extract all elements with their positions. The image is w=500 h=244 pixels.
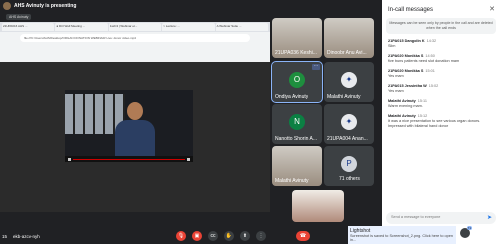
presenting-bar: AHS Avinuty is presenting	[0, 0, 380, 12]
chat-message: 21PA020 Monikka S 14:50 five buns patients…	[388, 54, 494, 64]
participant-tile[interactable]: P 71 others	[324, 146, 374, 186]
message-sender: 21PA020 Monikka S	[388, 54, 424, 58]
meeting-controls: 15 ekb-azcv-nyh 🎙 ▣ cc ✋ ⬆ ⋮ ☎	[0, 228, 380, 244]
participant-tile[interactable]: Dinoobr Anu Avi...	[324, 18, 374, 58]
send-icon[interactable]: ➤	[487, 214, 492, 221]
camera-off-button[interactable]: ▣	[192, 231, 202, 241]
chat-message: Malathi Avinuty 15:12 It was a nice presen…	[388, 114, 494, 129]
participant-name: 21UPA036 Keshi...	[275, 50, 317, 56]
video-progress[interactable]	[73, 158, 185, 160]
self-video	[292, 190, 344, 222]
browser-tab[interactable]: ● Dtrl Well Meeting ...	[55, 23, 108, 31]
chat-message: 21PA020 Monikka S 15:01 Yes mam	[388, 69, 494, 79]
participant-avatar: ✦	[341, 72, 357, 88]
message-header: 21PA015 Jessintha W 15:02	[388, 84, 494, 88]
message-header: 21PA020 Monikka S 15:01	[388, 69, 494, 73]
leave-call-button[interactable]: ☎	[296, 231, 310, 241]
mic-off-button[interactable]: 🎙	[176, 231, 186, 241]
presenter-tag: AHS Avinuty	[6, 14, 32, 20]
more-options-icon[interactable]: ⋯	[312, 64, 320, 70]
participant-name: Nanotto Shorin A...	[275, 136, 317, 142]
play-icon[interactable]	[68, 157, 71, 161]
message-time: 15:12	[417, 114, 428, 118]
message-text: Warm evening mam.	[388, 104, 423, 108]
message-text: It was a nice presentation to see variou…	[388, 119, 481, 128]
message-text: Yes mam	[388, 74, 404, 78]
participant-name: 71 others	[339, 176, 360, 182]
participant-name: Ondiya Avinuty	[275, 94, 309, 100]
message-header: Malathi Avinuty 15:12	[388, 114, 494, 118]
participant-avatar: N	[289, 114, 305, 130]
message-sender: Malathi Avinuty	[388, 99, 416, 103]
browser-tab[interactable]: > Lecture: ...	[162, 23, 215, 31]
message-list: 21PA015 Dangolin K 14:32 Slim 21PA020 Monik…	[386, 39, 496, 129]
browser-tab[interactable]: 21UPA016 AHS ...	[2, 23, 55, 31]
message-sender: Malathi Avinuty	[388, 114, 416, 118]
message-time: 14:32	[426, 39, 437, 43]
presenter-avatar	[3, 2, 11, 10]
shared-video[interactable]	[65, 90, 193, 162]
participant-avatar: O	[289, 72, 305, 88]
chat-panel: In-call messages ✕ Messages can be seen …	[382, 0, 500, 244]
message-text: Slim	[388, 44, 396, 48]
people-count-badge: 71	[466, 226, 472, 230]
message-time: 15:11	[417, 99, 428, 103]
message-time: 15:01	[425, 69, 435, 73]
lightshot-notification[interactable]: Lightshot Screenshot is saved to Screens…	[348, 226, 456, 244]
browser-tab[interactable]: A Webinar Suite ...	[215, 23, 269, 31]
video-controls[interactable]	[65, 156, 193, 162]
people-button[interactable]: 71	[460, 226, 472, 238]
message-placeholder: Send a message to everyone	[391, 215, 441, 219]
participant-name: 21UPA004 Anan...	[327, 136, 368, 142]
participant-name: Dinoobr Anu Avi...	[327, 50, 367, 56]
participant-avatar: ✦	[341, 114, 357, 130]
message-header: 21PA020 Monikka S 14:50	[388, 54, 494, 58]
present-button[interactable]: ⬆	[240, 231, 250, 241]
captions-button[interactable]: cc	[208, 231, 218, 241]
participant-tile[interactable]: ✦ Malathi Avinuty	[324, 62, 374, 102]
lightshot-text: Screenshot is saved to Screenshot_2.png.…	[350, 234, 453, 242]
raise-hand-button[interactable]: ✋	[224, 231, 234, 241]
participant-name: Malathi Avinuty	[327, 94, 361, 100]
browser-tab[interactable]: 1s2n3 | Webinar et...	[108, 23, 162, 31]
chat-message: 21PA015 Jessintha W 15:02 Yes mam	[388, 84, 494, 94]
fullscreen-icon[interactable]	[187, 157, 190, 161]
self-view	[292, 190, 344, 222]
meeting-code: ekb-azcv-nyh	[13, 233, 40, 239]
chat-message: Malathi Avinuty 15:11 Warm evening mam.	[388, 99, 494, 109]
message-text: five buns patients need slot donation ma…	[388, 59, 460, 63]
participant-tile[interactable]: N Nanotto Shorin A...	[272, 104, 322, 144]
close-icon[interactable]: ✕	[489, 5, 495, 13]
presenting-text: AHS Avinuty is presenting	[14, 3, 77, 9]
message-time: 14:50	[425, 54, 435, 58]
browser-url: file:///C:/Users/AHS/Desktop/ORGAN DONAT…	[20, 34, 250, 42]
chat-message: 21PA015 Dangolin K 14:32 Slim	[388, 39, 494, 49]
browser-tabs: 21UPA016 AHS ... ● Dtrl Well Meeting ... 1…	[0, 22, 270, 32]
participant-tile[interactable]: 21UPA036 Keshi...	[272, 18, 322, 58]
participant-tile[interactable]: ✦ 21UPA004 Anan...	[324, 104, 374, 144]
participant-tile[interactable]: O ⋯ Ondiya Avinuty	[271, 61, 323, 103]
speaker-figure	[115, 102, 155, 162]
meeting-time: 15	[2, 233, 8, 239]
message-header: 21PA015 Dangolin K 14:32	[388, 39, 494, 43]
more-options-button[interactable]: ⋮	[256, 231, 266, 241]
participant-name: Malathi Avinuty	[275, 178, 309, 184]
shared-browser: 21UPA016 AHS ... ● Dtrl Well Meeting ... 1…	[0, 22, 270, 62]
message-sender: 21PA015 Jessintha W	[388, 84, 427, 88]
message-text: Yes mam	[388, 89, 404, 93]
message-sender: 21PA020 Monikka S	[388, 69, 424, 73]
message-header: Malathi Avinuty 15:11	[388, 99, 494, 103]
chat-title: In-call messages	[388, 7, 434, 13]
speaker-head	[127, 102, 143, 120]
message-sender: 21PA015 Dangolin K	[388, 39, 425, 43]
participant-tile[interactable]: Malathi Avinuty	[272, 146, 322, 186]
message-input[interactable]: Send a message to everyone ➤	[386, 212, 496, 224]
participant-avatar: P	[341, 156, 357, 172]
message-time: 15:02	[428, 84, 439, 88]
chat-note: Messages can be seen only by people in t…	[386, 18, 496, 34]
